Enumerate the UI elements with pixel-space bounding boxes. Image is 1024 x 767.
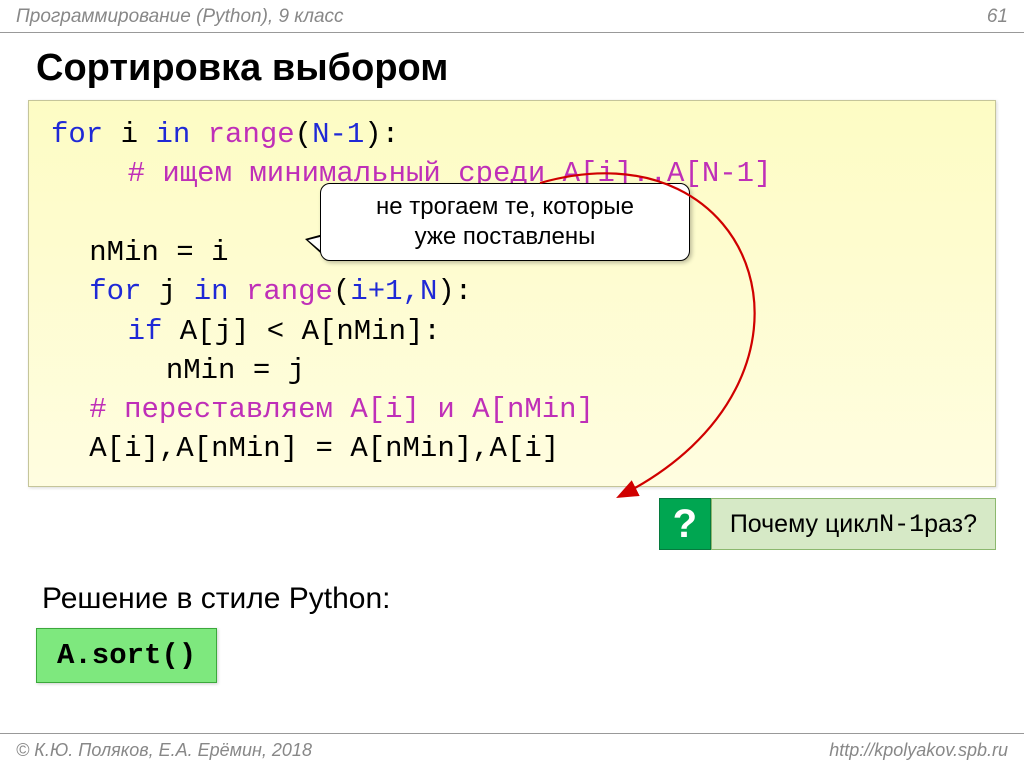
footer-url: http://kpolyakov.spb.ru [829, 740, 1008, 761]
question-box: ? Почему цикл N-1 раз? [659, 498, 996, 550]
slide-header: Программирование (Python), 9 класс 61 [0, 0, 1024, 33]
page-number: 61 [987, 6, 1008, 28]
question-text: Почему цикл N-1 раз? [711, 498, 996, 550]
code-line-6: nMin = j [51, 351, 973, 390]
callout-line2: уже поставлены [335, 222, 675, 252]
code-line-5: if A[j] < A[nMin]: [51, 312, 973, 351]
python-sort-code: A.sort() [36, 628, 217, 683]
header-left: Программирование (Python), 9 класс [16, 6, 344, 28]
code-line-7: # переставляем A[i] и A[nMin] [51, 390, 973, 429]
subtitle: Решение в стиле Python: [42, 582, 391, 616]
slide-footer: © К.Ю. Поляков, Е.А. Ерёмин, 2018 http:/… [0, 733, 1024, 767]
code-block: for i in range(N-1): # ищем минимальный … [28, 100, 996, 487]
slide-title: Сортировка выбором [0, 33, 1024, 100]
callout-line1: не трогаем те, которые [335, 192, 675, 222]
question-mark-icon: ? [659, 498, 711, 550]
callout-bubble: не трогаем те, которые уже поставлены [320, 183, 690, 261]
code-line-4: for j in range(i+1,N): [51, 272, 973, 311]
code-line-1: for i in range(N-1): [51, 115, 973, 154]
code-line-8: A[i],A[nMin] = A[nMin],A[i] [51, 429, 973, 468]
footer-copyright: © К.Ю. Поляков, Е.А. Ерёмин, 2018 [16, 740, 312, 761]
